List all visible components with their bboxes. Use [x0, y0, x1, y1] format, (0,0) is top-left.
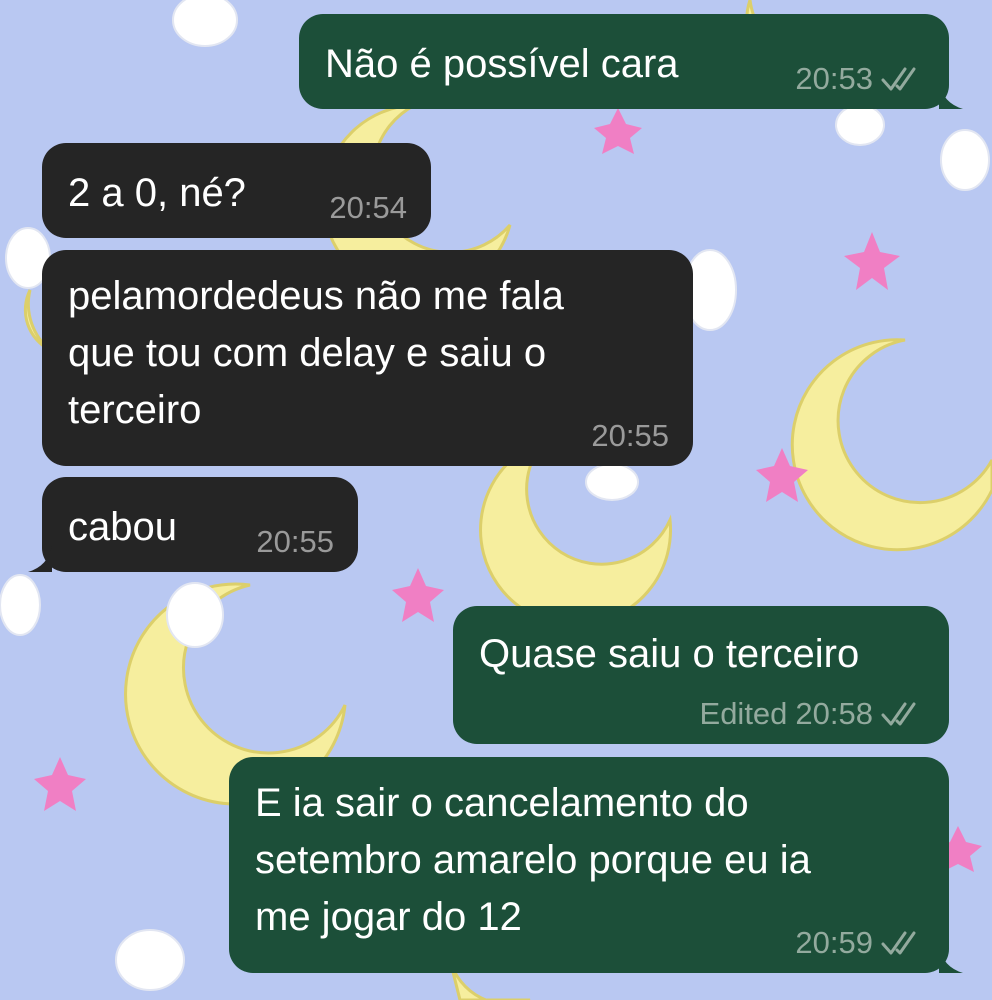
- message-meta: 20:53: [795, 61, 925, 97]
- message-time: 20:55: [591, 418, 669, 453]
- message-time: 20:54: [329, 190, 407, 225]
- message-time: 20:59: [795, 925, 873, 960]
- incoming-message-bubble[interactable]: cabou 20:55: [28, 477, 358, 572]
- double-check-icon: [881, 702, 916, 726]
- outgoing-message-bubble[interactable]: E ia sair o cancelamento do setembro ama…: [229, 757, 963, 973]
- incoming-message-bubble[interactable]: 2 a 0, né? 20:54: [42, 143, 431, 238]
- bubble-tail: [939, 947, 963, 973]
- bubble-tail: [28, 546, 52, 572]
- message-text: Quase saiu o terceiro: [479, 632, 860, 676]
- message-time: 20:55: [256, 524, 334, 559]
- message-time: 20:58: [795, 696, 873, 731]
- outgoing-message-bubble[interactable]: Quase saiu o terceiro Edited 20:58: [453, 606, 949, 744]
- edited-label: Edited: [699, 696, 788, 731]
- message-meta: 20:54: [329, 190, 407, 226]
- double-check-icon: [881, 67, 916, 91]
- message-text: pelamordedeus não me fala que tou com de…: [68, 274, 564, 432]
- bubble-tail: [939, 83, 963, 109]
- message-meta: 20:59: [795, 925, 925, 961]
- outgoing-message-bubble[interactable]: Não é possível cara 20:53: [299, 14, 963, 109]
- double-check-icon: [881, 931, 916, 955]
- message-meta: Edited 20:58: [700, 696, 925, 732]
- message-time: 20:53: [795, 61, 873, 96]
- message-meta: 20:55: [256, 524, 334, 560]
- incoming-message-bubble[interactable]: pelamordedeus não me fala que tou com de…: [42, 250, 693, 466]
- message-text: E ia sair o cancelamento do setembro ama…: [255, 781, 811, 939]
- message-meta: 20:55: [591, 418, 669, 454]
